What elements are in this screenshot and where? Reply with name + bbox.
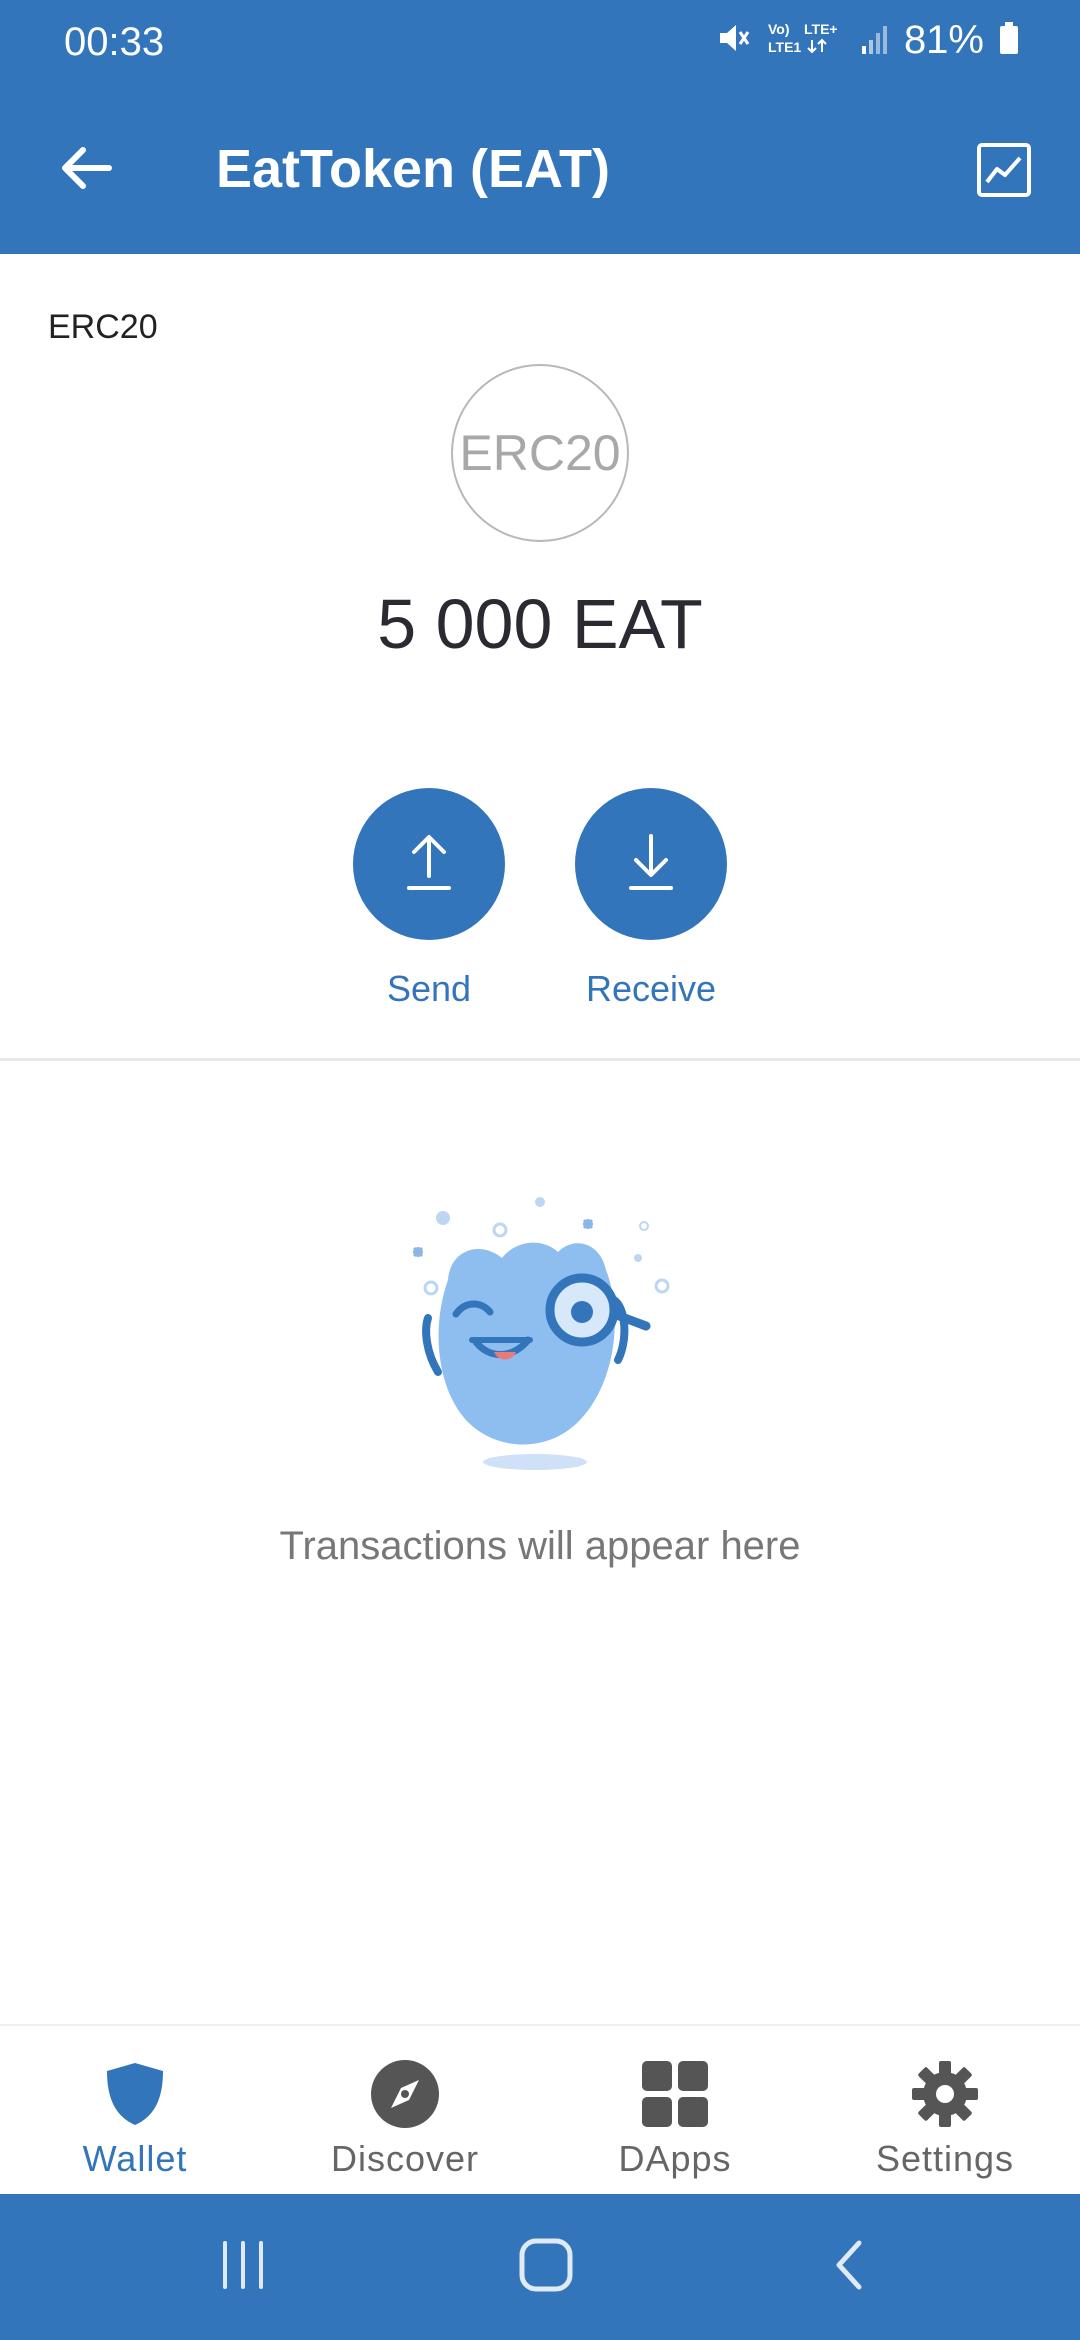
nav-item-wallet[interactable]: Wallet — [0, 2026, 270, 2196]
status-bar: 00:33 Vo) LTE+ LTE1 81% — [0, 0, 1080, 90]
home-button[interactable] — [501, 2230, 591, 2304]
compass-icon — [369, 2056, 441, 2132]
token-standard-label: ERC20 — [48, 308, 158, 346]
mute-icon — [716, 20, 752, 61]
svg-text:LTE+: LTE+ — [804, 21, 838, 37]
network-type-icon: Vo) LTE+ LTE1 — [766, 18, 846, 63]
nav-label-dapps: DApps — [618, 2138, 732, 2179]
price-chart-icon — [976, 142, 1032, 203]
signal-icon — [860, 20, 890, 61]
svg-text:Vo): Vo) — [768, 21, 790, 37]
token-logo-text: ERC20 — [459, 425, 621, 481]
nav-label-settings: Settings — [875, 2138, 1015, 2179]
battery-icon — [998, 20, 1020, 61]
system-navigation-bar — [0, 2194, 1080, 2340]
chevron-left-icon — [829, 2237, 869, 2298]
receive-label[interactable]: Receive — [555, 968, 747, 1010]
empty-state-illustration — [390, 1190, 690, 1480]
status-time: 00:33 — [64, 20, 165, 64]
empty-state-message: Transactions will appear here — [279, 1524, 801, 1568]
receive-action[interactable]: Receive — [575, 788, 727, 1010]
home-icon — [518, 2237, 574, 2298]
nav-label-wallet: Wallet — [82, 2138, 188, 2179]
nav-item-settings[interactable]: Settings — [810, 2026, 1080, 2196]
page-title: EatToken (EAT) — [216, 139, 611, 199]
shield-icon — [103, 2056, 167, 2132]
svg-text:LTE1: LTE1 — [768, 39, 801, 55]
status-icons: Vo) LTE+ LTE1 81% — [716, 18, 1020, 63]
token-logo: ERC20 — [451, 364, 629, 542]
bottom-navigation: Wallet Discover DApps Settings — [0, 2024, 1080, 2194]
app-bar: EatToken (EAT) — [0, 90, 1080, 254]
send-action[interactable]: Send — [353, 788, 505, 1010]
gear-icon — [910, 2056, 980, 2132]
grid-icon — [640, 2056, 710, 2132]
recent-apps-button[interactable] — [198, 2230, 288, 2304]
receive-button[interactable] — [575, 788, 727, 940]
recent-apps-icon — [217, 2239, 269, 2296]
upload-arrow-icon — [404, 832, 454, 897]
section-divider — [0, 1058, 1080, 1061]
nav-item-dapps[interactable]: DApps — [540, 2026, 810, 2196]
nav-item-discover[interactable]: Discover — [270, 2026, 540, 2196]
arrow-left-icon — [57, 144, 113, 197]
send-label[interactable]: Send — [353, 968, 505, 1010]
system-back-button[interactable] — [804, 2230, 894, 2304]
back-button[interactable] — [50, 130, 120, 210]
battery-percent: 81% — [903, 18, 984, 62]
send-button[interactable] — [353, 788, 505, 940]
nav-label-discover: Discover — [330, 2138, 480, 2179]
token-balance: 5 000 EAT — [377, 585, 703, 663]
price-chart-button[interactable] — [972, 140, 1036, 204]
download-arrow-icon — [626, 832, 676, 897]
